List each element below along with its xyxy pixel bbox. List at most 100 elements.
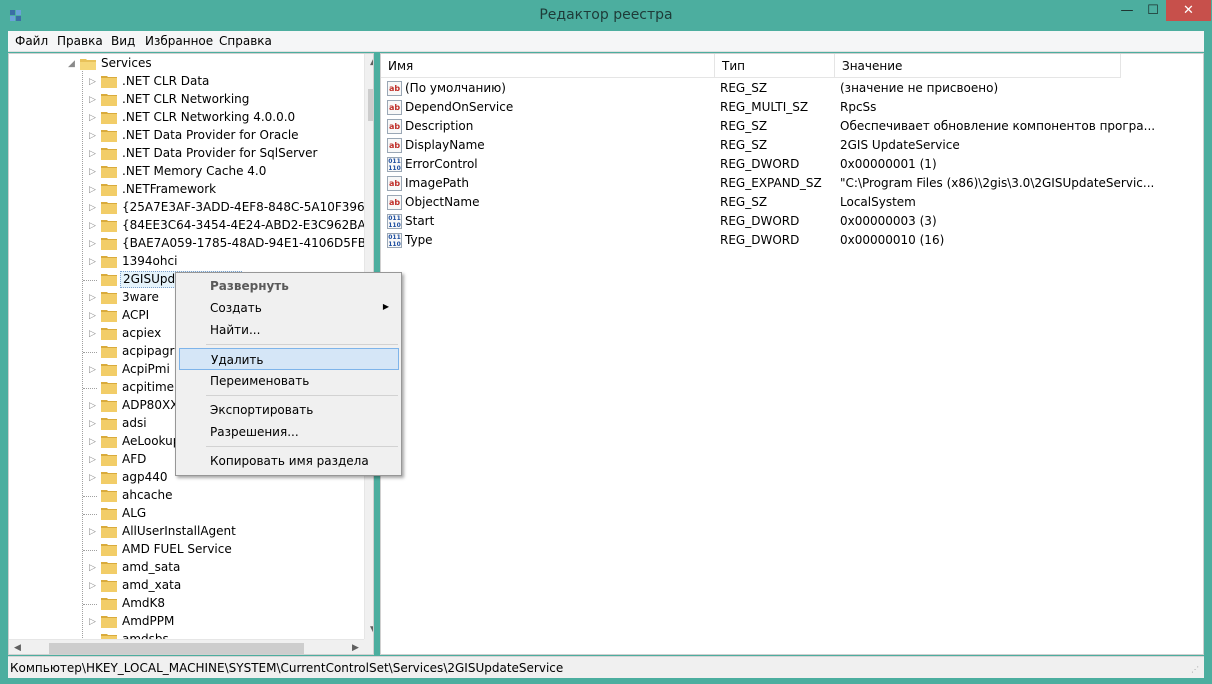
tree-item[interactable]: ▷.NET CLR Networking bbox=[9, 91, 359, 109]
tree-item[interactable]: ▷ .NET CLR Data bbox=[9, 73, 359, 91]
expand-arrow-icon[interactable]: ▷ bbox=[89, 365, 97, 375]
expand-arrow-icon[interactable]: ▷ bbox=[89, 329, 97, 339]
folder-icon bbox=[101, 183, 117, 196]
tree-item[interactable]: ▷.NET Data Provider for SqlServer bbox=[9, 145, 359, 163]
tree-item[interactable]: ▷.NET Data Provider for Oracle bbox=[9, 127, 359, 145]
tree-item-services[interactable]: ◢ Services bbox=[9, 55, 359, 73]
tree-item[interactable]: ▷.NET Memory Cache 4.0 bbox=[9, 163, 359, 181]
value-row[interactable]: abDisplayNameREG_SZ2GIS UpdateService bbox=[385, 136, 1201, 155]
folder-icon bbox=[101, 327, 117, 340]
folder-icon bbox=[101, 75, 117, 88]
menu-item-create[interactable]: Создать▶ bbox=[179, 297, 399, 319]
menu-item-delete[interactable]: Удалить bbox=[179, 348, 399, 370]
expand-arrow-icon[interactable]: ▷ bbox=[89, 239, 97, 249]
tree-item[interactable]: ahcache bbox=[9, 487, 359, 505]
column-header-value[interactable]: Значение bbox=[835, 54, 1121, 78]
resize-grip-icon[interactable]: ⋰ bbox=[1191, 665, 1201, 675]
tree-item[interactable]: ▷.NETFramework bbox=[9, 181, 359, 199]
value-data: 0x00000010 (16) bbox=[840, 233, 944, 247]
menu-item-export[interactable]: Экспортировать bbox=[179, 399, 399, 421]
menu-edit[interactable]: Правка bbox=[57, 34, 103, 48]
string-value-icon: ab bbox=[387, 176, 402, 191]
scroll-right-icon[interactable]: ▶ bbox=[347, 640, 364, 655]
scroll-down-icon[interactable]: ▼ bbox=[365, 622, 374, 639]
expand-arrow-icon[interactable]: ▷ bbox=[89, 617, 97, 627]
minimize-button[interactable]: — bbox=[1114, 0, 1140, 21]
expand-arrow-icon[interactable]: ▷ bbox=[89, 581, 97, 591]
tree-item[interactable]: ▷AmdPPM bbox=[9, 613, 359, 631]
expand-arrow-icon[interactable]: ▷ bbox=[89, 419, 97, 429]
expand-arrow-icon[interactable]: ▷ bbox=[89, 95, 97, 105]
expand-arrow-icon[interactable]: ▷ bbox=[89, 131, 97, 141]
expand-arrow-icon[interactable]: ▷ bbox=[89, 311, 97, 321]
menu-item-rename[interactable]: Переименовать bbox=[179, 370, 399, 392]
tree-item[interactable]: ▷{BAE7A059-1785-48AD-94E1-4106D5FBF2EB} bbox=[9, 235, 359, 253]
values-list[interactable]: Имя Тип Значение ab(По умолчанию)REG_SZ(… bbox=[380, 53, 1204, 655]
menu-file[interactable]: Файл bbox=[15, 34, 48, 48]
expand-arrow-icon[interactable]: ▷ bbox=[89, 437, 97, 447]
column-header-name[interactable]: Имя bbox=[381, 54, 715, 78]
scroll-thumb[interactable] bbox=[368, 89, 374, 121]
value-row[interactable]: ab(По умолчанию)REG_SZ(значение не присв… bbox=[385, 79, 1201, 98]
expand-arrow-icon[interactable]: ▷ bbox=[89, 563, 97, 573]
value-row[interactable]: abDescriptionREG_SZОбеспечивает обновлен… bbox=[385, 117, 1201, 136]
submenu-arrow-icon: ▶ bbox=[383, 302, 389, 311]
expand-arrow-icon[interactable]: ▷ bbox=[89, 473, 97, 483]
expand-arrow-icon[interactable]: ▷ bbox=[89, 77, 97, 87]
tree-item-label: acpipagr bbox=[120, 344, 176, 358]
folder-icon bbox=[101, 129, 117, 142]
menu-item-find[interactable]: Найти... bbox=[179, 319, 399, 341]
expand-arrow-icon[interactable]: ▷ bbox=[89, 149, 97, 159]
expand-arrow-icon[interactable]: ▷ bbox=[89, 221, 97, 231]
expand-arrow-icon[interactable]: ▷ bbox=[89, 185, 97, 195]
string-value-icon: ab bbox=[387, 100, 402, 115]
tree-item[interactable]: AmdK8 bbox=[9, 595, 359, 613]
expand-arrow-icon[interactable]: ▷ bbox=[89, 203, 97, 213]
tree-item[interactable]: AMD FUEL Service bbox=[9, 541, 359, 559]
expand-arrow-icon[interactable]: ▷ bbox=[89, 527, 97, 537]
expand-arrow-icon[interactable]: ▷ bbox=[89, 167, 97, 177]
folder-icon bbox=[101, 543, 117, 556]
tree-item-label: acpitime bbox=[120, 380, 176, 394]
expand-arrow-icon[interactable]: ▷ bbox=[89, 257, 97, 267]
menu-favorites[interactable]: Избранное bbox=[145, 34, 213, 48]
value-row[interactable]: abImagePathREG_EXPAND_SZ"C:\Program File… bbox=[385, 174, 1201, 193]
tree-item-label: acpiex bbox=[120, 326, 163, 340]
close-button[interactable]: ✕ bbox=[1166, 0, 1211, 21]
scroll-thumb[interactable] bbox=[49, 643, 304, 654]
tree-item-label: ACPI bbox=[120, 308, 151, 322]
value-row[interactable]: 011 110TypeREG_DWORD0x00000010 (16) bbox=[385, 231, 1201, 250]
expand-arrow-icon[interactable]: ▷ bbox=[89, 455, 97, 465]
tree-item-label: .NET CLR Data bbox=[120, 74, 211, 88]
expand-arrow-icon[interactable]: ▷ bbox=[89, 113, 97, 123]
collapse-arrow-icon[interactable]: ◢ bbox=[68, 59, 76, 69]
expand-arrow-icon[interactable]: ▷ bbox=[89, 401, 97, 411]
value-row[interactable]: abObjectNameREG_SZLocalSystem bbox=[385, 193, 1201, 212]
tree-item[interactable]: ALG bbox=[9, 505, 359, 523]
menu-item-copy-key-name[interactable]: Копировать имя раздела bbox=[179, 450, 399, 472]
menu-help[interactable]: Справка bbox=[219, 34, 272, 48]
tree-item[interactable]: ▷{84EE3C64-3454-4E24-ABD2-E3C962BA5E08} bbox=[9, 217, 359, 235]
tree-item[interactable]: ▷{25A7E3AF-3ADD-4EF8-848C-5A10F3960F36} bbox=[9, 199, 359, 217]
value-row[interactable]: abDependOnServiceREG_MULTI_SZRpcSs bbox=[385, 98, 1201, 117]
title-bar[interactable]: Редактор реестра — ☐ ✕ bbox=[0, 0, 1212, 31]
folder-icon bbox=[101, 309, 117, 322]
scroll-left-icon[interactable]: ◀ bbox=[9, 640, 26, 655]
value-row[interactable]: 011 110StartREG_DWORD0x00000003 (3) bbox=[385, 212, 1201, 231]
maximize-button[interactable]: ☐ bbox=[1140, 0, 1166, 21]
expand-arrow-icon[interactable]: ▷ bbox=[89, 293, 97, 303]
scroll-up-icon[interactable]: ▲ bbox=[365, 54, 374, 71]
menu-view[interactable]: Вид bbox=[111, 34, 135, 48]
tree-item-label: AMD FUEL Service bbox=[120, 542, 234, 556]
menu-item-permissions[interactable]: Разрешения... bbox=[179, 421, 399, 443]
menu-item-expand[interactable]: Развернуть bbox=[179, 275, 399, 297]
tree-item[interactable]: ▷.NET CLR Networking 4.0.0.0 bbox=[9, 109, 359, 127]
folder-icon bbox=[101, 381, 117, 394]
tree-item[interactable]: ▷amd_xata bbox=[9, 577, 359, 595]
column-header-type[interactable]: Тип bbox=[715, 54, 835, 78]
value-row[interactable]: 011 110ErrorControlREG_DWORD0x00000001 (… bbox=[385, 155, 1201, 174]
tree-item[interactable]: ▷amd_sata bbox=[9, 559, 359, 577]
tree-item[interactable]: ▷1394ohci bbox=[9, 253, 359, 271]
tree-horizontal-scrollbar[interactable]: ◀ ▶ bbox=[9, 639, 364, 655]
tree-item[interactable]: ▷AllUserInstallAgent bbox=[9, 523, 359, 541]
